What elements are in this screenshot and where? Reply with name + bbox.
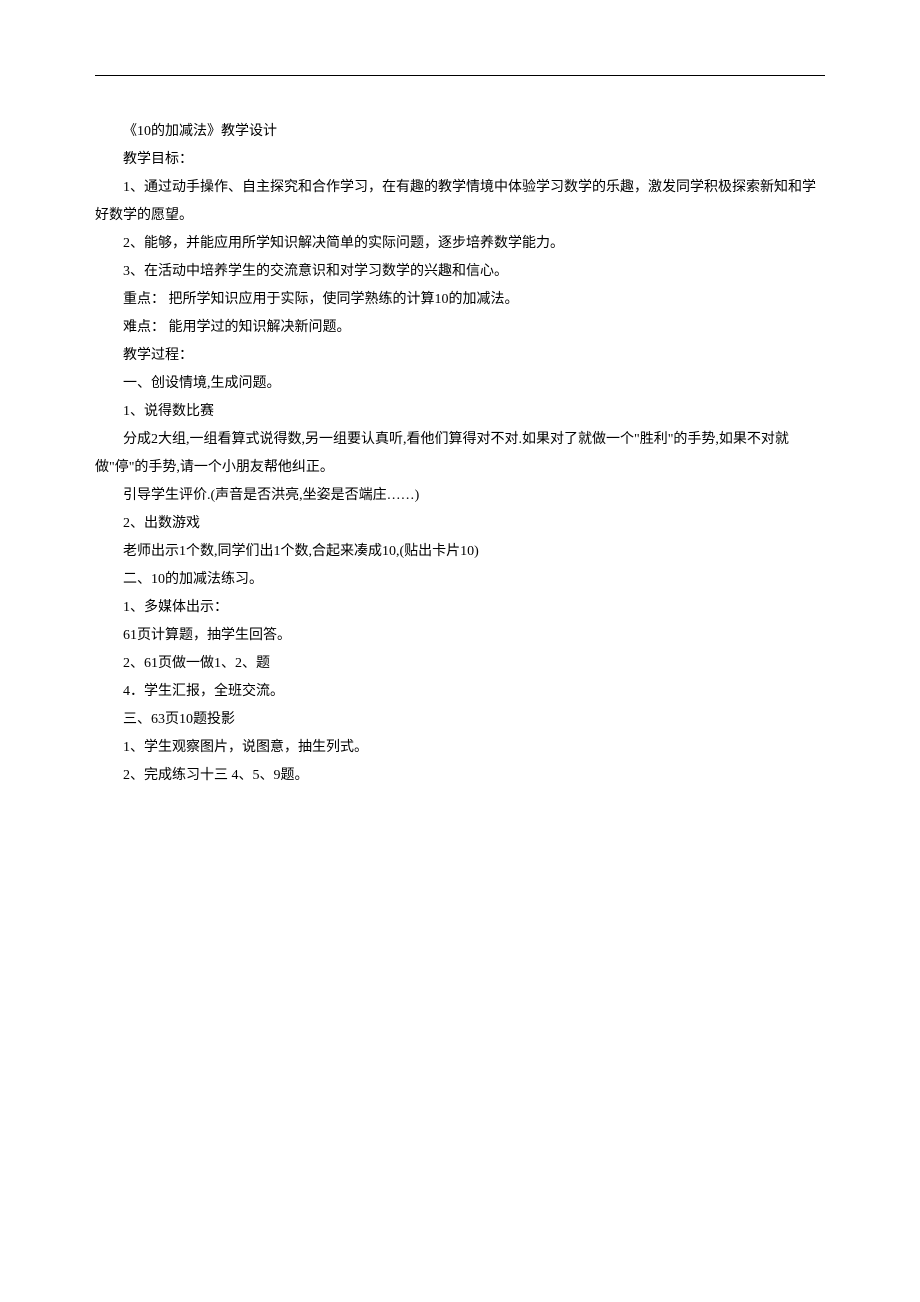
title: 《10的加减法》教学设计 xyxy=(95,118,825,146)
activity-1-1-eval: 引导学生评价.(声音是否洪亮,坐姿是否端庄……) xyxy=(95,482,825,510)
activity-2-1: 1、多媒体出示： xyxy=(95,594,825,622)
activity-3-1: 1、学生观察图片，说图意，抽生列式。 xyxy=(95,734,825,762)
activity-1-2: 2、出数游戏 xyxy=(95,510,825,538)
difficulty: 难点： 能用学过的知识解决新问题。 xyxy=(95,314,825,342)
activity-1-1-detail: 分成2大组,一组看算式说得数,另一组要认真听,看他们算得对不对.如果对了就做一个… xyxy=(95,426,825,482)
activity-1-2-detail: 老师出示1个数,同学们出1个数,合起来凑成10,(贴出卡片10) xyxy=(95,538,825,566)
section-3-heading: 三、63页10题投影 xyxy=(95,706,825,734)
activity-2-4: 4．学生汇报，全班交流。 xyxy=(95,678,825,706)
objective-2: 2、能够，并能应用所学知识解决简单的实际问题，逐步培养数学能力。 xyxy=(95,230,825,258)
activity-1-1: 1、说得数比赛 xyxy=(95,398,825,426)
top-separator xyxy=(95,75,825,76)
activity-3-2: 2、完成练习十三 4、5、9题。 xyxy=(95,762,825,790)
section-1-heading: 一、创设情境,生成问题。 xyxy=(95,370,825,398)
key-point: 重点： 把所学知识应用于实际，使同学熟练的计算10的加减法。 xyxy=(95,286,825,314)
section-2-heading: 二、10的加减法练习。 xyxy=(95,566,825,594)
process-heading: 教学过程： xyxy=(95,342,825,370)
activity-2-2: 2、61页做一做1、2、题 xyxy=(95,650,825,678)
activity-2-1-detail: 61页计算题，抽学生回答。 xyxy=(95,622,825,650)
objective-1: 1、通过动手操作、自主探究和合作学习，在有趣的教学情境中体验学习数学的乐趣，激发… xyxy=(95,174,825,230)
document-body: 《10的加减法》教学设计 教学目标： 1、通过动手操作、自主探究和合作学习，在有… xyxy=(95,118,825,790)
objectives-heading: 教学目标： xyxy=(95,146,825,174)
objective-3: 3、在活动中培养学生的交流意识和对学习数学的兴趣和信心。 xyxy=(95,258,825,286)
